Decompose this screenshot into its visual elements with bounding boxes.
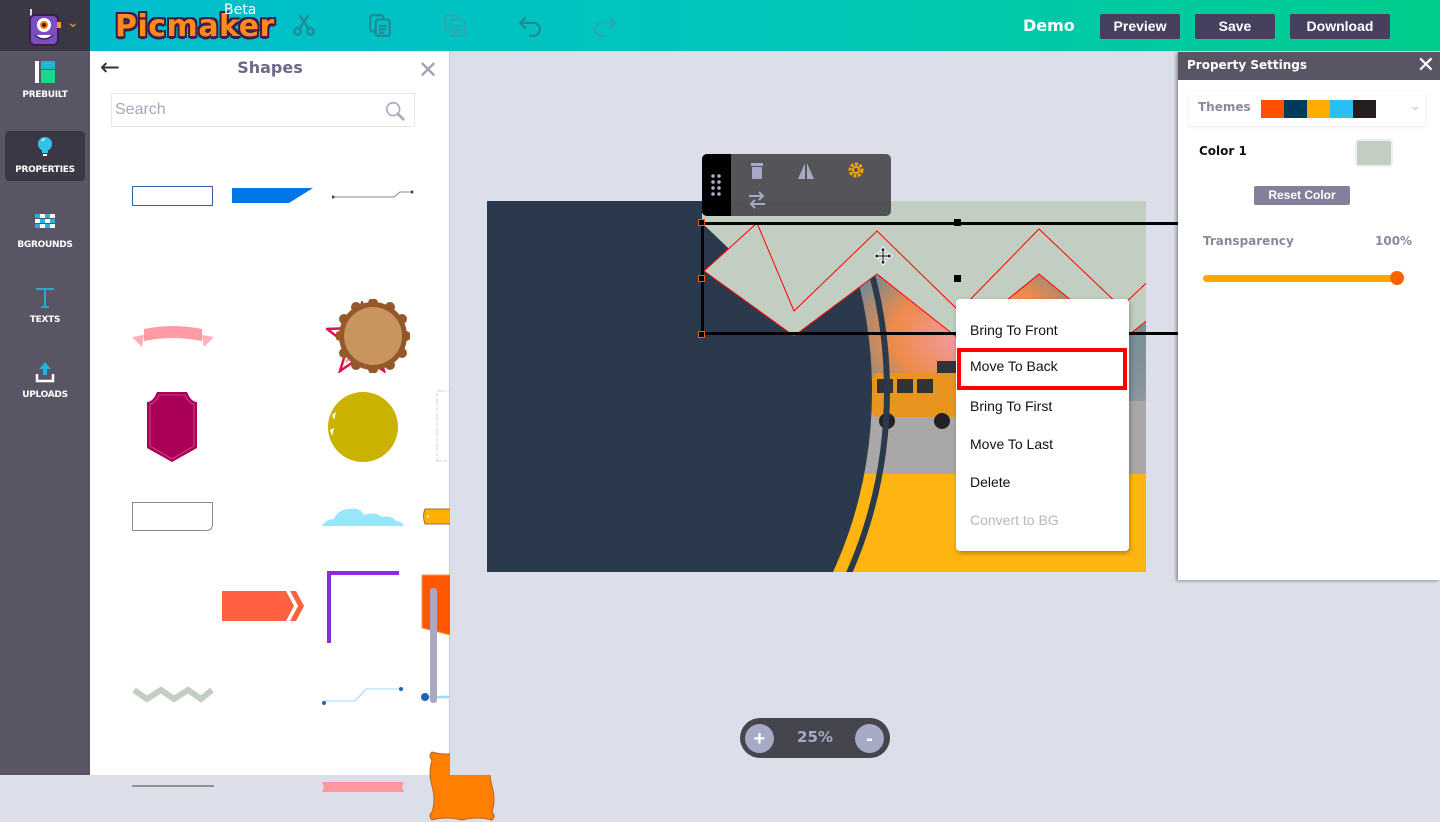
copy-icon[interactable] — [366, 12, 394, 40]
search-box — [111, 93, 415, 127]
sidebar-item-properties[interactable]: PROPERTIES — [5, 131, 85, 181]
close-icon[interactable]: ✕ — [418, 56, 438, 84]
sidebar-item-uploads[interactable]: UPLOADS — [5, 356, 85, 406]
panel-header: Property Settings ✕ — [1178, 52, 1440, 80]
zoom-level: 25% — [797, 728, 833, 746]
theme-swatch — [1353, 100, 1376, 118]
beta-badge: Beta — [224, 2, 257, 18]
zoom-control: + 25% - — [740, 718, 890, 758]
sidebar-item-texts[interactable]: TEXTS — [5, 281, 85, 331]
shape-rectangle-outline[interactable] — [132, 186, 214, 206]
slider-thumb[interactable] — [1390, 271, 1404, 285]
shape-brown-scalloped-circle[interactable] — [336, 299, 410, 373]
sidebar-item-label: PREBUILT — [22, 90, 68, 100]
resize-handle[interactable] — [698, 219, 705, 226]
top-bar: ⌄ Picmaker Beta Demo Preview Save Downlo… — [0, 0, 1440, 51]
prebuilt-icon — [35, 61, 55, 83]
sidebar-item-label: BGROUNDS — [17, 240, 73, 250]
shape-pink-tape[interactable] — [322, 780, 404, 794]
shape-mustard-brush-circle[interactable] — [326, 390, 400, 463]
panel-title: Shapes — [237, 58, 303, 77]
transparency-label: Transparency — [1203, 234, 1294, 248]
theme-swatch — [1307, 100, 1330, 118]
theme-swatch — [1261, 100, 1284, 118]
swap-icon[interactable] — [747, 190, 767, 210]
move-cursor-icon — [873, 246, 893, 266]
shape-purple-corner-bracket[interactable] — [327, 571, 399, 643]
paste-icon[interactable] — [441, 12, 469, 40]
themes-dropdown[interactable]: Themes ⌄ — [1189, 92, 1425, 126]
menu-item-convert-to-bg: Convert to BG — [970, 512, 1059, 528]
zoom-out-button[interactable]: - — [855, 724, 884, 753]
color-1-swatch[interactable] — [1355, 139, 1393, 167]
menu-item-move-to-last[interactable]: Move To Last — [956, 426, 1129, 462]
search-icon[interactable] — [384, 100, 406, 122]
shape-red-arrow-banner[interactable] — [222, 590, 304, 622]
menu-item-bring-to-front[interactable]: Bring To Front — [956, 312, 1129, 348]
color-1-label: Color 1 — [1199, 144, 1247, 158]
zoom-in-button[interactable]: + — [745, 724, 774, 753]
themes-label: Themes — [1198, 100, 1251, 114]
shape-blue-slanted-banner[interactable] — [232, 188, 314, 204]
lightbulb-icon — [38, 137, 52, 156]
download-button[interactable]: Download — [1290, 14, 1390, 39]
resize-handle[interactable] — [698, 275, 705, 282]
resize-handle[interactable] — [698, 331, 705, 338]
upload-icon — [35, 362, 55, 383]
account-menu[interactable]: ⌄ — [0, 0, 90, 51]
resize-handle[interactable] — [954, 275, 961, 282]
transparency-value: 100% — [1375, 234, 1413, 248]
sidebar-item-label: UPLOADS — [22, 390, 68, 400]
gear-icon[interactable] — [846, 160, 866, 180]
reset-color-button[interactable]: Reset Color — [1254, 186, 1350, 205]
close-icon[interactable]: ✕ — [1417, 53, 1435, 78]
drag-handle-icon[interactable] — [702, 154, 731, 216]
shape-connector-line[interactable] — [332, 189, 414, 199]
theme-swatch — [1284, 100, 1307, 118]
shape-magenta-badge[interactable] — [145, 390, 199, 463]
redo-icon[interactable] — [591, 12, 619, 40]
panel-title: Property Settings — [1187, 58, 1307, 72]
search-input[interactable] — [115, 94, 375, 126]
sidebar-item-label: PROPERTIES — [15, 165, 75, 175]
chevron-down-icon: ⌄ — [1409, 98, 1421, 114]
project-name[interactable]: Demo — [1023, 16, 1075, 35]
shape-blue-step-connector[interactable] — [321, 685, 405, 707]
undo-icon[interactable] — [516, 12, 544, 40]
theme-swatch — [1330, 100, 1353, 118]
element-toolbar — [702, 154, 891, 216]
flip-icon[interactable] — [796, 161, 816, 181]
sidebar-item-prebuilt[interactable]: PREBUILT — [5, 56, 85, 106]
panel-scrollbar[interactable] — [430, 588, 437, 703]
menu-item-bring-to-first[interactable]: Bring To First — [956, 388, 1129, 424]
menu-item-move-to-back[interactable]: Move To Back — [957, 348, 1127, 390]
property-settings-panel: Property Settings ✕ Themes ⌄ Color 1 Res… — [1178, 52, 1440, 580]
shape-pink-ribbon[interactable] — [132, 325, 214, 349]
chevron-down-icon: ⌄ — [67, 15, 79, 31]
trash-icon[interactable] — [747, 161, 767, 181]
mascot-avatar-icon — [29, 9, 61, 46]
resize-handle[interactable] — [954, 219, 961, 226]
context-menu: Bring To Front Move To Back Bring To Fir… — [956, 299, 1129, 551]
backgrounds-icon — [35, 214, 55, 228]
shape-gray-thin-line[interactable] — [132, 784, 214, 789]
cut-icon[interactable] — [290, 12, 318, 40]
sidebar-item-backgrounds[interactable]: BGROUNDS — [5, 206, 85, 256]
preview-button[interactable]: Preview — [1100, 14, 1180, 39]
shapes-panel: ← Shapes ✕ — [90, 51, 503, 821]
menu-item-delete[interactable]: Delete — [956, 464, 1129, 500]
left-sidebar: PREBUILT PROPERTIES BGROUNDS TEXTS UPLOA… — [0, 51, 90, 775]
text-icon — [36, 288, 54, 308]
shape-blue-cloud[interactable] — [322, 505, 404, 527]
transparency-slider[interactable] — [1203, 271, 1404, 285]
sidebar-item-label: TEXTS — [29, 315, 61, 325]
save-button[interactable]: Save — [1195, 14, 1275, 39]
shape-folded-corner-box[interactable] — [132, 502, 214, 532]
shape-sage-zigzag[interactable] — [132, 686, 214, 706]
